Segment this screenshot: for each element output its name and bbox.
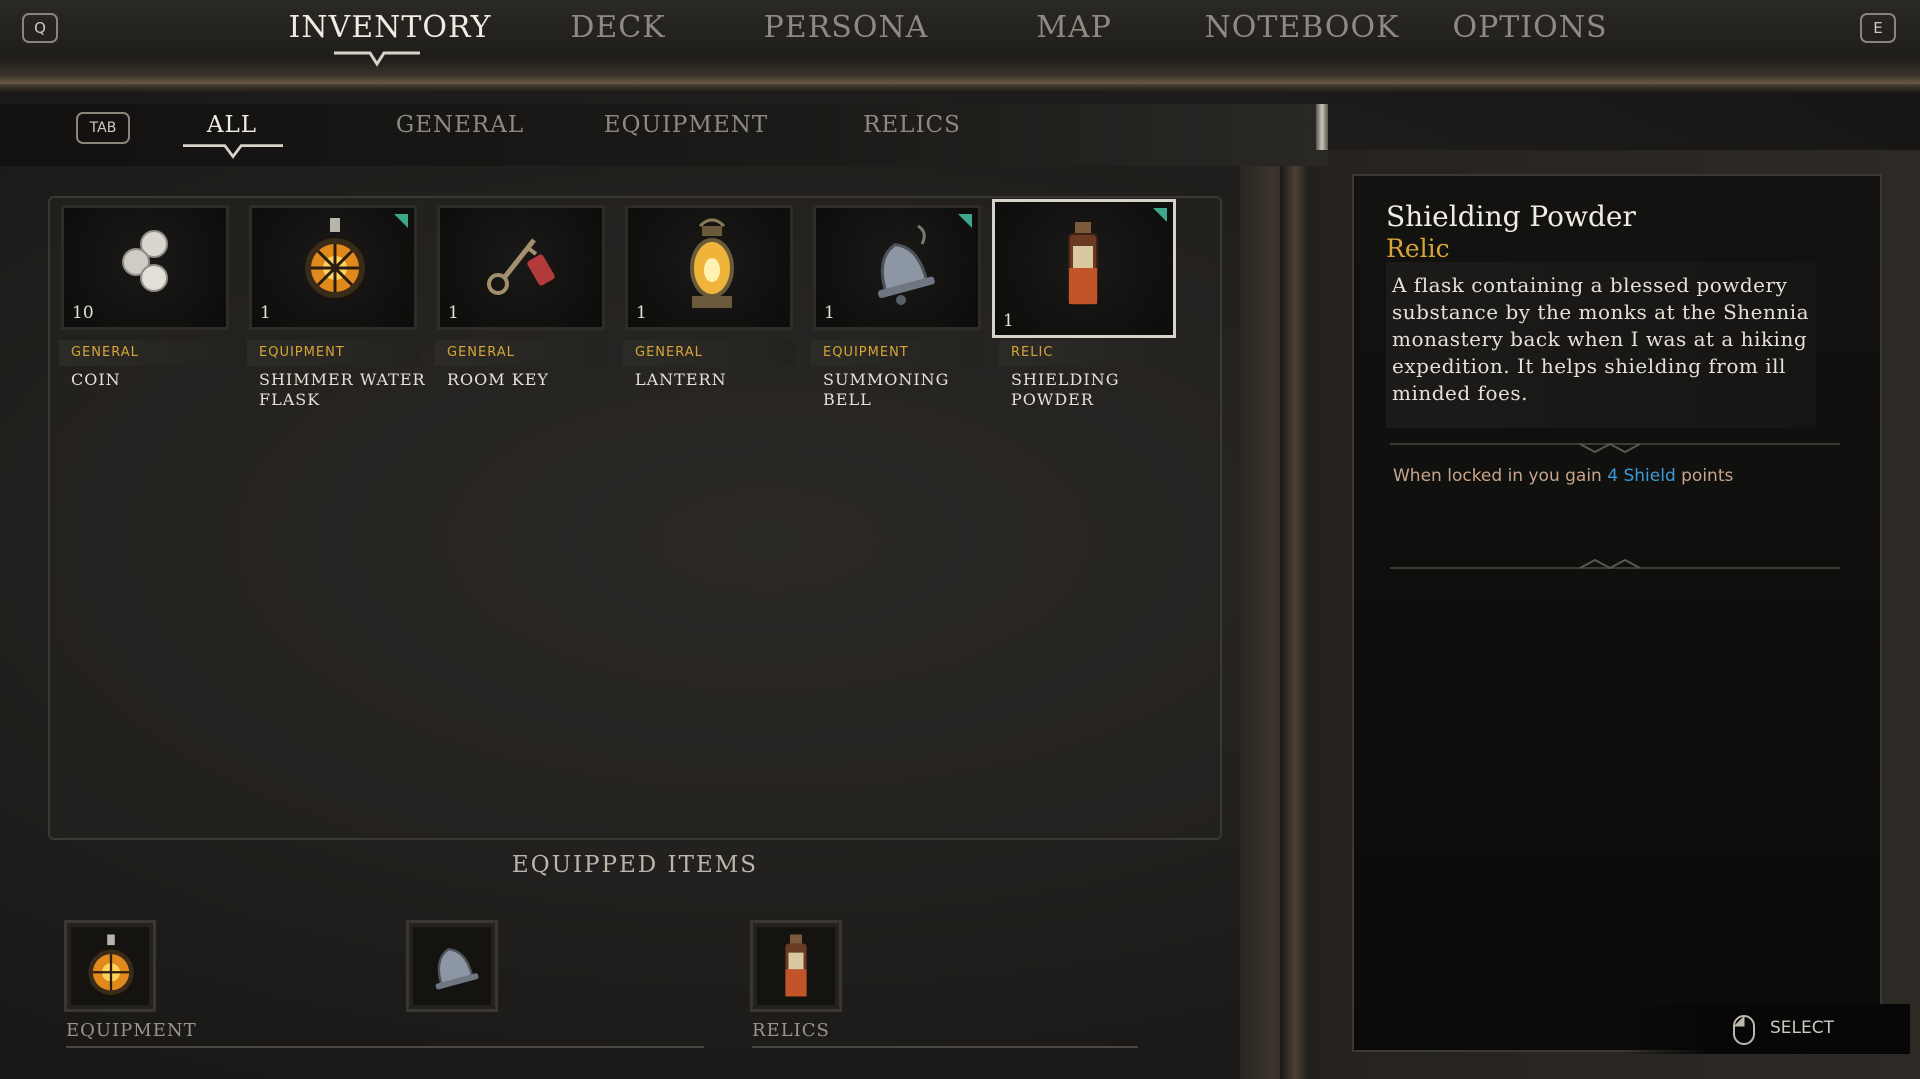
tab-all[interactable]: ALL bbox=[132, 112, 332, 138]
equipped-items-title: EQUIPPED ITEMS bbox=[511, 852, 759, 878]
item-slot-summoning-bell[interactable]: 1 bbox=[813, 205, 981, 330]
prev-tab-key[interactable]: Q bbox=[22, 13, 58, 43]
flask-icon bbox=[305, 218, 365, 298]
tab-relics[interactable]: RELICS bbox=[812, 112, 1012, 138]
item-category: RELIC bbox=[999, 340, 1171, 366]
mouse-icon bbox=[1733, 1015, 1755, 1045]
bottle-icon bbox=[1068, 222, 1098, 305]
item-quantity: 1 bbox=[448, 303, 459, 323]
effect-prefix: When locked in you gain bbox=[1393, 466, 1608, 486]
item-name: SHIELDING POWDER bbox=[1011, 370, 1120, 409]
select-hint: SELECT bbox=[1620, 1004, 1910, 1054]
ornament-divider-icon bbox=[1390, 442, 1840, 454]
tab-general[interactable]: GENERAL bbox=[360, 112, 560, 138]
item-category: EQUIPMENT bbox=[811, 340, 983, 366]
tab-inventory[interactable]: INVENTORY bbox=[280, 10, 500, 50]
flask-icon bbox=[88, 934, 134, 995]
bell-icon bbox=[435, 948, 479, 990]
detail-item-name: Shielding Powder bbox=[1386, 200, 1636, 233]
new-item-marker bbox=[958, 214, 972, 228]
item-slot-shimmer-water-flask[interactable]: 1 bbox=[249, 205, 417, 330]
item-category: GENERAL bbox=[59, 340, 231, 366]
item-quantity: 10 bbox=[72, 303, 94, 323]
item-name: COIN bbox=[71, 370, 121, 389]
relics-divider bbox=[752, 1046, 1138, 1048]
key-icon bbox=[487, 238, 555, 295]
item-slot-shielding-powder[interactable]: 1 bbox=[992, 199, 1176, 338]
item-name: ROOM KEY bbox=[447, 370, 549, 389]
inventory-screen: Q E INVENTORY DECK PERSONA MAP NOTEBOOK … bbox=[0, 0, 1920, 1079]
item-category: GENERAL bbox=[623, 340, 795, 366]
tab-persona[interactable]: PERSONA bbox=[736, 10, 956, 50]
equipment-section-label: EQUIPMENT bbox=[66, 1020, 197, 1041]
bell-icon bbox=[878, 224, 935, 305]
item-slot-lantern[interactable]: 1 bbox=[625, 205, 793, 330]
item-name: LANTERN bbox=[635, 370, 727, 389]
cycle-category-key[interactable]: TAB bbox=[76, 112, 130, 144]
active-tab-chevron-icon bbox=[334, 51, 420, 67]
item-quantity: 1 bbox=[824, 303, 835, 323]
equipped-slot-bell[interactable] bbox=[406, 920, 498, 1012]
tab-notebook[interactable]: NOTEBOOK bbox=[1192, 10, 1412, 50]
lantern-icon bbox=[690, 218, 734, 308]
bottle-icon bbox=[785, 934, 807, 997]
select-label: SELECT bbox=[1770, 1018, 1834, 1038]
effect-suffix: points bbox=[1675, 466, 1734, 486]
item-quantity: 1 bbox=[260, 303, 271, 323]
ornament-divider-icon bbox=[1390, 558, 1840, 570]
new-item-marker bbox=[1153, 208, 1167, 222]
relics-section-label: RELICS bbox=[752, 1020, 830, 1041]
item-quantity: 1 bbox=[1003, 311, 1014, 331]
equipped-slot-flask[interactable] bbox=[64, 920, 156, 1012]
detail-item-type: Relic bbox=[1386, 234, 1450, 263]
detail-effect: When locked in you gain 4 Shield points bbox=[1393, 466, 1733, 486]
item-name: SHIMMER WATER FLASK bbox=[259, 370, 426, 409]
equipped-slot-relic[interactable] bbox=[750, 920, 842, 1012]
equipment-divider bbox=[66, 1046, 704, 1048]
coin-icon bbox=[122, 230, 168, 292]
item-category: GENERAL bbox=[435, 340, 607, 366]
detail-description: A flask containing a blessed powdery sub… bbox=[1386, 262, 1816, 428]
effect-highlight: 4 Shield bbox=[1607, 466, 1676, 486]
active-subtab-chevron-icon bbox=[183, 144, 283, 159]
item-category: EQUIPMENT bbox=[247, 340, 419, 366]
tab-deck[interactable]: DECK bbox=[508, 10, 728, 50]
item-slot-room-key[interactable]: 1 bbox=[437, 205, 605, 330]
next-tab-key[interactable]: E bbox=[1860, 13, 1896, 43]
item-slot-coin[interactable]: 10 bbox=[61, 205, 229, 330]
item-name: SUMMONING BELL bbox=[823, 370, 950, 409]
tab-map[interactable]: MAP bbox=[964, 10, 1184, 50]
item-quantity: 1 bbox=[636, 303, 647, 323]
tab-options[interactable]: OPTIONS bbox=[1420, 10, 1640, 50]
tab-equipment[interactable]: EQUIPMENT bbox=[586, 112, 786, 138]
new-item-marker bbox=[394, 214, 408, 228]
